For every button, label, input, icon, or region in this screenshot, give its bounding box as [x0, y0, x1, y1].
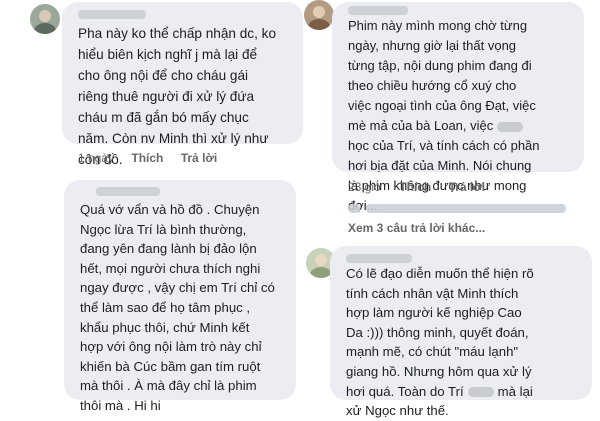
commenter-name-blurred[interactable] — [348, 6, 408, 15]
blurred-text — [497, 121, 524, 132]
reply-preview-bar — [348, 204, 360, 213]
comment-line: ngày, nhưng giờ lại thất vọng — [348, 38, 517, 53]
comment-line: mà thôi . À mà đây chỉ là phim — [80, 378, 257, 394]
comment-text: Quá vớ vẩn và hồ đồ . Chuyện Ngọc lừa Tr… — [80, 200, 275, 416]
timestamp[interactable]: 23 giờ — [348, 180, 382, 194]
comment-line: giang hồ. Nhưng hôm qua xử lý — [346, 363, 532, 379]
comment-line: tính cách nhân vật Minh thích — [346, 285, 519, 301]
avatar[interactable] — [30, 4, 60, 34]
comment-line: hơi quá. Toàn do Trí mà lại — [346, 382, 534, 402]
view-more-replies-link[interactable]: Xem 3 câu trả lời khác... — [348, 221, 485, 235]
comment-actions: 1 ngày Thích Trả lời — [78, 151, 231, 165]
comment-line: việc ngoại tình của ông Đạt, việc — [348, 98, 536, 113]
comment-line: mạnh mẽ, có chút "máu lạnh" — [346, 344, 519, 360]
comment-line: hơi bịa đặt của Minh. Nói chung — [348, 158, 532, 173]
comment-segment: mà lại — [497, 383, 533, 399]
comment-text: Có lẽ đạo diễn muốn thể hiện rõ tính các… — [346, 264, 534, 421]
comment-line: năm. Còn nv Minh thì xử lý như — [78, 131, 269, 146]
like-link[interactable]: Thích — [131, 151, 163, 165]
comment-line: Phim này mình mong chờ từng — [348, 18, 528, 33]
commenter-name-blurred[interactable] — [78, 10, 146, 19]
comment-line: hiểu biên kịch nghĩ j mà lại để — [78, 47, 258, 62]
comment-line: hợp làm người kế nghiệp Cao — [346, 305, 522, 321]
timestamp[interactable]: 1 ngày — [78, 151, 114, 165]
comment-line: hợp với ông nội làm trò này chỉ — [80, 339, 262, 355]
comment-line: hết, mọi người chưa thích nghi — [80, 260, 261, 276]
comment-text: Pha này ko thể chấp nhận dc, ko hiểu biê… — [78, 23, 276, 170]
comment-line: thôi mà . Hi hi — [80, 397, 161, 413]
commenter-name-blurred[interactable] — [346, 254, 412, 263]
comment-segment: mè mả của bà Loan, việc — [348, 118, 494, 133]
comment-line: Có lẽ đạo diễn muốn thể hiện rõ — [346, 266, 534, 281]
reply-preview-bar — [366, 204, 566, 213]
comment-line: cho ông nội để cho cháu gái — [78, 68, 249, 83]
comment-line: thể làm sao để họ tâm phục , — [80, 299, 251, 315]
comment-line: Ngọc lừa Trí là bình thường, — [80, 221, 247, 237]
avatar[interactable] — [304, 0, 334, 30]
comment-line: cháu m đã gắn bó mấy chục — [78, 110, 249, 125]
comment-line: Da :))) thông minh, quyết đoán, — [346, 324, 529, 340]
comment-line: đang yên đang lành bị đảo lộn — [80, 241, 257, 257]
comment-actions: 23 giờ Thích Trả lời — [348, 180, 499, 194]
comment-line: học của Trí, và tính cách có phần — [348, 138, 540, 153]
comment-segment: hơi quá. Toàn do Trí — [346, 383, 464, 399]
commenter-name-blurred[interactable] — [96, 187, 160, 196]
comment-line: ngay được , vậy chị em Trí chỉ có — [80, 280, 275, 296]
comment-line: xử Ngọc như thế. — [346, 403, 449, 419]
reply-link[interactable]: Trả lời — [181, 151, 218, 165]
reply-preview-blurred[interactable] — [348, 202, 578, 216]
comment-line: riêng thuê người đi xử lý đứa — [78, 89, 255, 104]
comment-line: khẩu phục thôi, chứ Minh kết — [80, 319, 250, 335]
comment-line: theo chiều hướng cổ xuý cho — [348, 78, 517, 93]
comment-line: khiến bà Cúc bầm gan tím ruột — [80, 358, 261, 374]
comment-line: Quá vớ vẩn và hồ đồ . Chuyện — [80, 202, 260, 217]
comment-line: từng tập, nội dung phim đang đi — [348, 58, 532, 73]
blurred-text — [467, 387, 494, 398]
comment-line: Pha này ko thể chấp nhận dc, ko — [78, 26, 277, 41]
like-link[interactable]: Thích — [399, 180, 431, 194]
reply-link[interactable]: Trả lời — [449, 180, 486, 194]
comment-line: mè mả của bà Loan, việc — [348, 116, 540, 136]
